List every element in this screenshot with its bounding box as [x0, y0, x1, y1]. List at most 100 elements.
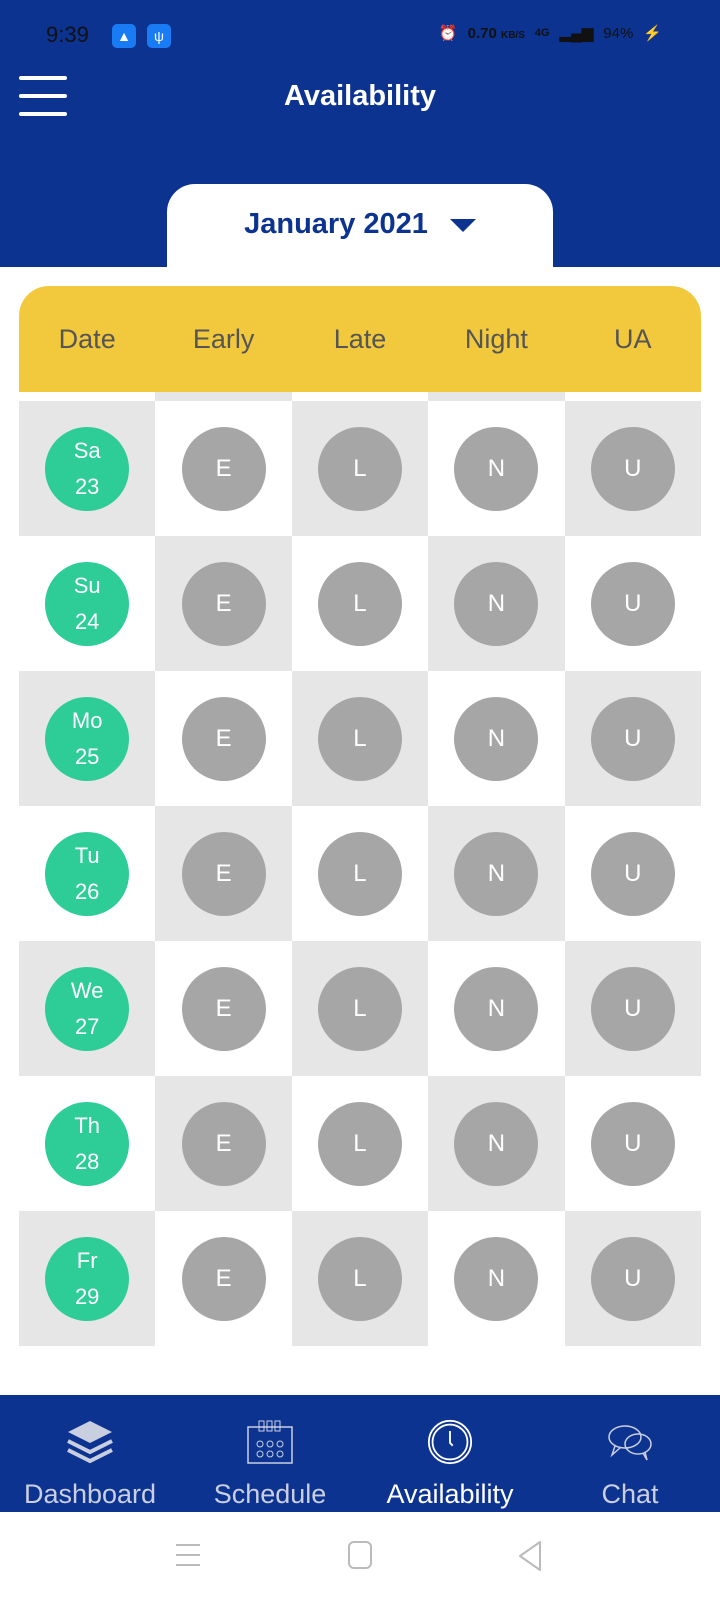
table-header: Date Early Late Night UA [19, 286, 701, 392]
shift-toggle-early[interactable]: E [181, 831, 266, 916]
shift-toggle-night[interactable]: N [454, 831, 539, 916]
date-badge: We 27 [45, 966, 130, 1051]
shift-toggle-early[interactable]: E [181, 966, 266, 1051]
nav-label: Availability [386, 1479, 514, 1509]
nav-chat[interactable]: Chat [540, 1395, 720, 1512]
shift-toggle-ua[interactable]: U [590, 1236, 675, 1321]
shift-toggle-night[interactable]: N [454, 1101, 539, 1186]
shift-cell-late: L [291, 671, 429, 806]
shift-cell-night: N [428, 806, 565, 941]
shift-cell-ua: U [564, 536, 701, 671]
column-date: Date [58, 323, 116, 354]
shift-cell-ua: U [564, 671, 701, 806]
shift-toggle-early[interactable]: E [181, 561, 266, 646]
page-title: Availability [283, 80, 437, 112]
date-label: 26 [74, 878, 100, 904]
recents-icon[interactable] [175, 1542, 201, 1568]
shift-cell-night: N [428, 536, 565, 671]
calendar-icon [247, 1420, 293, 1464]
clock-icon [427, 1419, 473, 1465]
shift-cell-early: E [155, 806, 292, 941]
shift-toggle-early[interactable]: E [181, 696, 266, 781]
shift-cell-early: E [155, 1076, 292, 1211]
shift-toggle-late[interactable]: L [317, 1236, 402, 1321]
availability-table[interactable]: 22ELNUSa23ELNUSu24ELNUMo25ELNUTu26ELNUWe… [19, 316, 701, 1393]
date-badge: Sa 23 [45, 426, 130, 511]
caret-down-icon [449, 218, 476, 232]
date-label: 25 [74, 743, 100, 769]
column-night: Night [464, 323, 528, 354]
shift-toggle-late[interactable]: L [317, 561, 402, 646]
bottom-nav: Dashboard Schedule Availability Chat [0, 1395, 720, 1512]
nav-label: Dashboard [23, 1479, 157, 1509]
nav-availability[interactable]: Availability [360, 1395, 540, 1512]
date-badge: Tu 26 [45, 831, 130, 916]
date-label: 27 [74, 1013, 100, 1039]
nav-schedule[interactable]: Schedule [180, 1395, 360, 1512]
shift-cell-ua: U [564, 941, 701, 1076]
day-label: Sa [73, 437, 101, 463]
shift-toggle-night[interactable]: N [454, 696, 539, 781]
layers-icon [67, 1421, 113, 1464]
shift-cell-ua: U [564, 401, 701, 536]
shift-toggle-early[interactable]: E [181, 426, 266, 511]
charging-icon: ⚡ [643, 25, 662, 42]
shift-toggle-late[interactable]: L [317, 426, 402, 511]
table-row: Mo 25 E L N U [19, 671, 701, 806]
shift-toggle-ua[interactable]: U [590, 1101, 675, 1186]
back-icon[interactable] [516, 1540, 544, 1572]
shift-toggle-night[interactable]: N [454, 966, 539, 1051]
shift-toggle-ua[interactable]: U [590, 426, 675, 511]
day-label: Mo [71, 707, 103, 733]
shift-toggle-night[interactable]: N [454, 1236, 539, 1321]
shift-cell-early: E [155, 671, 292, 806]
shift-toggle-late[interactable]: L [317, 831, 402, 916]
shift-toggle-night[interactable]: N [454, 426, 539, 511]
chat-icon [608, 1425, 652, 1461]
shift-cell-late: L [291, 536, 429, 671]
date-label: 24 [74, 608, 100, 634]
shift-toggle-night[interactable]: N [454, 561, 539, 646]
shift-cell-night: N [428, 671, 565, 806]
shift-cell-late: L [291, 1211, 429, 1346]
column-ua: UA [614, 323, 652, 354]
shift-cell-late: L [291, 806, 429, 941]
shift-toggle-early[interactable]: E [181, 1101, 266, 1186]
day-label: Tu [74, 842, 100, 868]
shift-toggle-late[interactable]: L [317, 966, 402, 1051]
table-row: Su 24 E L N U [19, 536, 701, 671]
shift-cell-night: N [428, 401, 565, 536]
shift-toggle-ua[interactable]: U [590, 561, 675, 646]
date-badge: Su 24 [45, 561, 130, 646]
date-cell: Mo 25 [19, 671, 156, 806]
shift-toggle-ua[interactable]: U [590, 966, 675, 1051]
status-bar: 9:39 ▲ ψ ⏰ 0.70 KB/S 4G ▂▄▆ 94% ⚡ [0, 20, 720, 52]
shift-toggle-late[interactable]: L [317, 1101, 402, 1186]
shift-cell-night: N [428, 1076, 565, 1211]
shift-cell-late: L [291, 401, 429, 536]
table-row: Th 28 E L N U [19, 1076, 701, 1211]
shift-toggle-early[interactable]: E [181, 1236, 266, 1321]
shift-cell-night: N [428, 1211, 565, 1346]
nav-dashboard[interactable]: Dashboard [0, 1395, 180, 1512]
month-label: January 2021 [244, 208, 428, 240]
day-label: Fr [76, 1247, 98, 1273]
home-icon[interactable] [347, 1540, 373, 1570]
shift-cell-early: E [155, 401, 292, 536]
date-label: 29 [74, 1283, 100, 1309]
shift-cell-late: L [291, 941, 429, 1076]
table-row: Fr 29 E L N U [19, 1211, 701, 1346]
shift-cell-early: E [155, 536, 292, 671]
date-label: 28 [74, 1148, 100, 1174]
nav-label: Chat [601, 1479, 659, 1509]
month-selector[interactable]: January 2021 [167, 184, 553, 268]
shift-toggle-ua[interactable]: U [590, 831, 675, 916]
shift-toggle-late[interactable]: L [317, 696, 402, 781]
shift-cell-late: L [291, 1076, 429, 1211]
shift-toggle-ua[interactable]: U [590, 696, 675, 781]
shift-cell-ua: U [564, 1211, 701, 1346]
date-cell: Th 28 [19, 1076, 156, 1211]
battery-level: 94% [603, 24, 634, 42]
alarm-icon: ⏰ [438, 25, 458, 42]
day-label: Su [73, 572, 101, 598]
